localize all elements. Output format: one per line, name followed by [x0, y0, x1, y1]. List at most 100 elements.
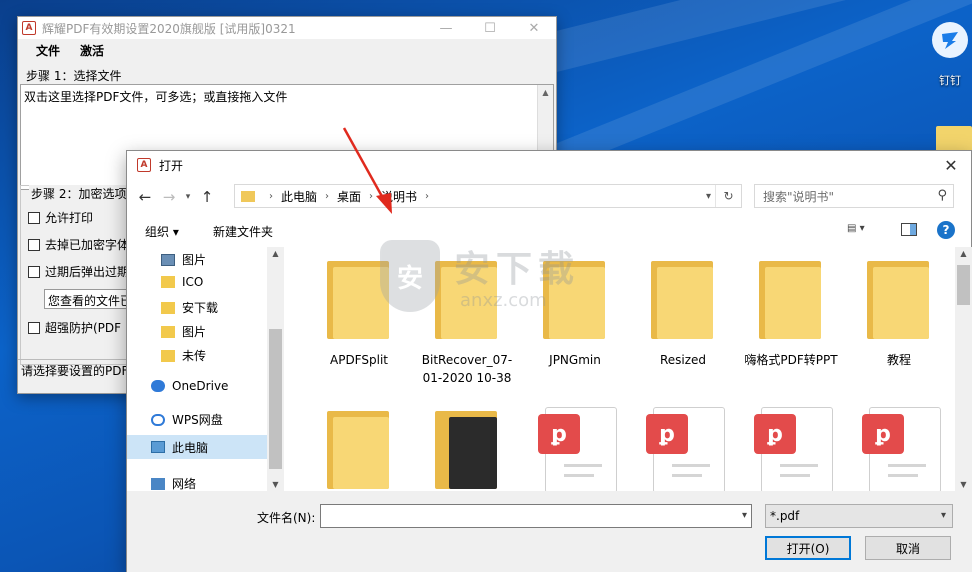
navigation-scrollbar[interactable]: ▲ ▼	[267, 247, 284, 491]
search-box[interactable]: 搜索"说明书" ⚲	[754, 184, 954, 208]
new-folder-button[interactable]: 新建文件夹	[213, 223, 273, 240]
cancel-button[interactable]: 取消	[865, 536, 951, 560]
folder-icon	[327, 261, 389, 339]
maximize-icon[interactable]: ☐	[468, 17, 512, 39]
nav-item-label: WPS网盘	[172, 413, 223, 427]
filename-input[interactable]	[321, 505, 731, 527]
desktop-folder-icon[interactable]	[936, 126, 972, 152]
recent-locations-icon[interactable]: ▾	[181, 192, 195, 202]
breadcrumb-desktop[interactable]: 桌面	[337, 188, 361, 205]
navigation-pane: 图片 📌 ICO 安下载 图片 未传 OneDrive WPS网盘	[127, 247, 285, 491]
desktop-shortcut-label: 钉钉	[939, 74, 961, 87]
nav-item-anxz[interactable]: 安下载	[161, 299, 218, 316]
nav-item-pictures-folder[interactable]: 图片	[161, 323, 206, 340]
view-options-icon[interactable]: ▤ ▾	[847, 223, 873, 237]
menu-file[interactable]: 文件	[36, 42, 60, 59]
folder-icon	[759, 261, 821, 339]
dialog-pdf-icon: A	[137, 158, 151, 172]
nav-item-pictures[interactable]: 图片 📌	[161, 251, 281, 268]
checkbox-icon[interactable]	[28, 211, 40, 224]
scrollbar-thumb[interactable]	[957, 265, 970, 305]
chevron-down-icon[interactable]: ▾	[941, 510, 946, 521]
filename-field[interactable]: ▾	[320, 504, 752, 528]
nav-item-label: 图片	[182, 253, 207, 267]
chevron-right-icon: ›	[325, 190, 330, 202]
breadcrumb-this-pc[interactable]: 此电脑	[281, 188, 317, 205]
forward-arrow-icon[interactable]: →	[157, 188, 181, 206]
pdf-file-icon: ꝑ	[646, 407, 725, 491]
help-icon[interactable]: ?	[937, 221, 955, 239]
menu-activate[interactable]: 激活	[80, 42, 104, 59]
filetype-value: *.pdf	[770, 509, 800, 523]
file-name: APDFSplit	[330, 353, 388, 367]
folder-icon	[327, 411, 389, 489]
preview-pane-icon[interactable]	[901, 223, 917, 236]
nav-item-onedrive[interactable]: OneDrive	[151, 379, 228, 393]
scroll-up-icon[interactable]: ▲	[955, 249, 972, 258]
breadcrumb-manual[interactable]: 说明书	[381, 188, 417, 205]
network-icon	[151, 477, 165, 490]
option-allow-print[interactable]: 允许打印	[28, 209, 93, 226]
computer-icon	[151, 441, 165, 453]
app-window-controls: — ☐ ✕	[424, 17, 556, 39]
option-label: 允许打印	[45, 211, 94, 225]
app-menubar: 文件 激活	[18, 39, 556, 61]
desktop-shortcut-dingtalk[interactable]: 钉钉	[928, 22, 972, 88]
option-label: 去掉已加密字体	[45, 238, 130, 252]
dialog-footer: 文件名(N): ▾ *.pdf ▾ 打开(O) 取消	[127, 491, 972, 572]
refresh-icon[interactable]: ↻	[715, 185, 741, 207]
app-pdf-icon: A	[22, 21, 36, 35]
up-arrow-icon[interactable]: ↑	[195, 188, 219, 206]
scroll-up-icon[interactable]: ▲	[538, 85, 553, 101]
scroll-down-icon[interactable]: ▼	[267, 480, 284, 489]
chevron-right-icon: ›	[369, 190, 374, 202]
option-label: 过期后弹出过期	[45, 265, 130, 279]
chevron-down-icon[interactable]: ▾	[706, 191, 711, 202]
scrollbar-thumb[interactable]	[269, 329, 282, 469]
search-icon[interactable]: ⚲	[937, 188, 947, 203]
drop-hint: 双击这里选择PDF文件，可多选；或直接拖入文件	[24, 90, 288, 104]
option-expired-popup[interactable]: 过期后弹出过期	[28, 263, 129, 280]
scroll-up-icon[interactable]: ▲	[267, 249, 284, 258]
cloud-icon	[151, 413, 165, 426]
search-placeholder: 搜索"说明书"	[763, 189, 835, 204]
checkbox-icon[interactable]	[28, 321, 40, 334]
close-icon[interactable]: ✕	[931, 151, 971, 179]
step1-label: 步骤 1：选择文件	[26, 69, 122, 83]
checkbox-icon[interactable]	[28, 238, 40, 251]
filename-label: 文件名(N):	[257, 511, 316, 525]
step2-label: 步骤 2：加密选项	[29, 185, 129, 202]
open-button[interactable]: 打开(O)	[765, 536, 851, 560]
app-titlebar: A 辉耀PDF有效期设置2020旗舰版 [试用版]0321 — ☐ ✕	[18, 17, 556, 39]
nav-item-label: 此电脑	[172, 440, 209, 455]
option-remove-font[interactable]: 去掉已加密字体	[28, 236, 129, 253]
minimize-icon[interactable]: —	[424, 17, 468, 39]
file-name: 教程	[886, 353, 911, 367]
close-icon[interactable]: ✕	[512, 17, 556, 39]
checkbox-icon[interactable]	[28, 265, 40, 278]
option-super-protect[interactable]: 超强防护(PDF	[28, 319, 121, 336]
nav-item-ico[interactable]: ICO	[161, 275, 203, 289]
dingtalk-icon	[932, 22, 968, 58]
folder-icon	[161, 349, 175, 362]
nav-item-not-uploaded[interactable]: 未传	[161, 347, 206, 364]
address-bar[interactable]: › 此电脑 › 桌面 › 说明书 › ▾ ↻	[234, 184, 742, 208]
nav-item-this-pc[interactable]: 此电脑	[127, 435, 267, 459]
organize-button[interactable]: 组织 ▾	[145, 223, 179, 240]
scroll-down-icon[interactable]: ▼	[955, 480, 972, 489]
nav-item-label: ICO	[182, 275, 204, 289]
back-arrow-icon[interactable]: ←	[133, 188, 157, 206]
nav-item-label: 图片	[182, 325, 207, 339]
nav-item-network[interactable]: 网络	[151, 475, 196, 491]
open-file-dialog: A 打开 ✕ ← → ▾ ↑ › 此电脑 › 桌面 › 说明书 › ▾ ↻ 搜索…	[126, 150, 972, 572]
nav-item-wps-cloud[interactable]: WPS网盘	[151, 411, 223, 428]
folder-icon	[161, 325, 175, 338]
picture-icon	[161, 253, 175, 266]
file-list-scrollbar[interactable]: ▲ ▼	[955, 247, 972, 491]
filetype-select[interactable]: *.pdf ▾	[765, 504, 953, 528]
file-name: 嗨格式PDF转PPT	[744, 353, 838, 367]
file-list: APDFSplit BitRecover_07-01-2020 10-38 JP…	[287, 247, 955, 491]
chevron-down-icon[interactable]: ▾	[742, 510, 747, 521]
dialog-navbar: ← → ▾ ↑ › 此电脑 › 桌面 › 说明书 › ▾ ↻ 搜索"说明书" ⚲	[127, 181, 972, 213]
dialog-title: 打开	[159, 158, 184, 173]
